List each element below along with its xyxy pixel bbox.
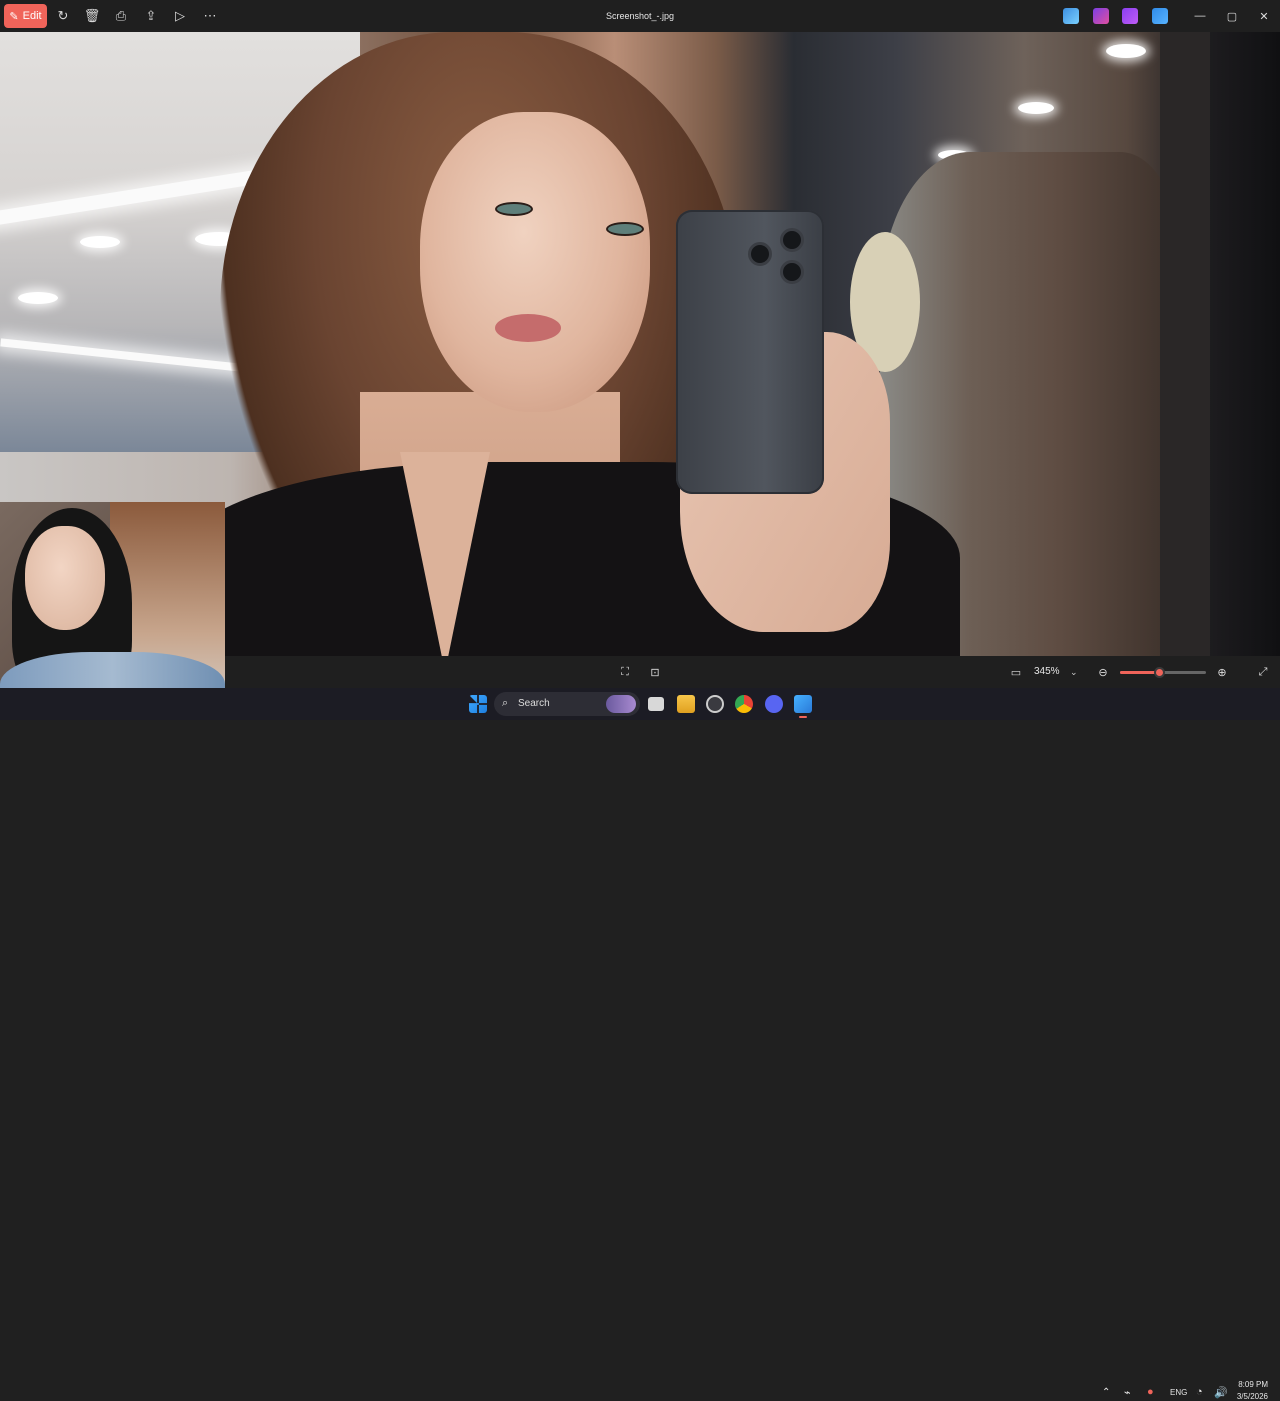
network-icon[interactable]: ⌁ xyxy=(1124,1386,1131,1399)
zoom-slider-fill xyxy=(1120,671,1159,674)
edit-icon: ✎ xyxy=(9,10,19,23)
clock-date[interactable]: 3/5/2026 xyxy=(1228,1392,1268,1401)
discord-icon[interactable] xyxy=(765,695,783,713)
clipchamp-icon[interactable] xyxy=(1093,8,1109,24)
title-bar: ✎ Edit ↻ 🗑 ⎙ ⇪ ▷ ⋯ Screenshot_-.jpg — ▢ … xyxy=(0,0,1280,32)
share-icon[interactable]: ⇪ xyxy=(141,6,161,26)
zoom-slider-thumb[interactable] xyxy=(1153,667,1165,678)
camera-lens xyxy=(780,260,804,284)
slideshow-icon[interactable]: ▷ xyxy=(170,6,190,26)
ceiling-light xyxy=(1106,44,1146,58)
app-icon[interactable] xyxy=(1122,8,1138,24)
chevron-up-icon[interactable]: ⌃ xyxy=(1102,1387,1110,1398)
ceiling-light xyxy=(18,292,58,304)
mirror-frame xyxy=(1160,32,1210,656)
chevron-down-icon[interactable]: ⌄ xyxy=(1070,664,1078,680)
maximize-icon[interactable]: ▢ xyxy=(1216,0,1248,32)
fullscreen-icon[interactable]: ⤢ xyxy=(1255,664,1271,680)
print-icon[interactable]: ⎙ xyxy=(111,6,131,26)
camera-lens xyxy=(748,242,772,266)
edit-button[interactable]: ✎ Edit xyxy=(4,4,47,28)
search-box[interactable]: ⌕ Search xyxy=(494,692,640,716)
lips xyxy=(495,314,561,342)
minimize-icon[interactable]: — xyxy=(1184,0,1216,32)
zoom-out-icon[interactable]: ⊖ xyxy=(1095,664,1111,680)
microphone-icon[interactable]: ● xyxy=(1147,1386,1154,1398)
ceiling-light xyxy=(1018,102,1054,114)
select-region-icon[interactable]: ⊡ xyxy=(647,664,663,680)
actual-size-icon[interactable]: ▭ xyxy=(1008,664,1024,680)
zoom-level[interactable]: 345% xyxy=(1034,664,1060,680)
zoom-slider[interactable] xyxy=(1120,667,1206,678)
close-icon[interactable]: ✕ xyxy=(1248,0,1280,32)
search-placeholder: Search xyxy=(518,698,550,709)
delete-icon[interactable]: 🗑 xyxy=(82,6,102,26)
designer-icon[interactable] xyxy=(1063,8,1079,24)
windows-start-icon[interactable] xyxy=(469,695,487,713)
onedrive-icon[interactable] xyxy=(1152,8,1168,24)
language-indicator[interactable]: ENG xyxy=(1170,1388,1187,1397)
fit-to-window-icon[interactable]: ⛶ xyxy=(617,664,633,680)
more-icon[interactable]: ⋯ xyxy=(200,6,220,26)
ceiling-light xyxy=(80,236,120,248)
zoom-in-icon[interactable]: ⊕ xyxy=(1214,664,1230,680)
clock-time[interactable]: 8:09 PM xyxy=(1228,1380,1268,1389)
edit-label: Edit xyxy=(22,10,42,22)
eye xyxy=(606,222,644,236)
window-title: Screenshot_-.jpg xyxy=(605,11,675,21)
smartphone xyxy=(676,210,824,494)
taskbar: ⌃ ⌁ ● ENG ◔ 🔊 8:09 PM 3/5/2026 xyxy=(0,688,1280,1401)
active-app-indicator xyxy=(799,716,807,718)
chrome-icon[interactable] xyxy=(735,695,753,713)
app-icon[interactable] xyxy=(706,695,724,713)
search-highlight-icon xyxy=(606,695,636,713)
rotate-icon[interactable]: ↻ xyxy=(53,6,73,26)
file-explorer-icon[interactable] xyxy=(677,695,695,713)
overlay-face xyxy=(25,526,105,630)
camera-lens xyxy=(780,228,804,252)
volume-icon[interactable]: 🔊 xyxy=(1214,1386,1228,1399)
search-icon: ⌕ xyxy=(502,697,509,709)
face xyxy=(420,112,650,412)
photos-icon[interactable] xyxy=(794,695,812,713)
eye xyxy=(495,202,533,216)
wifi-icon[interactable]: ◔ xyxy=(1196,1386,1203,1398)
task-view-icon[interactable] xyxy=(648,697,664,711)
